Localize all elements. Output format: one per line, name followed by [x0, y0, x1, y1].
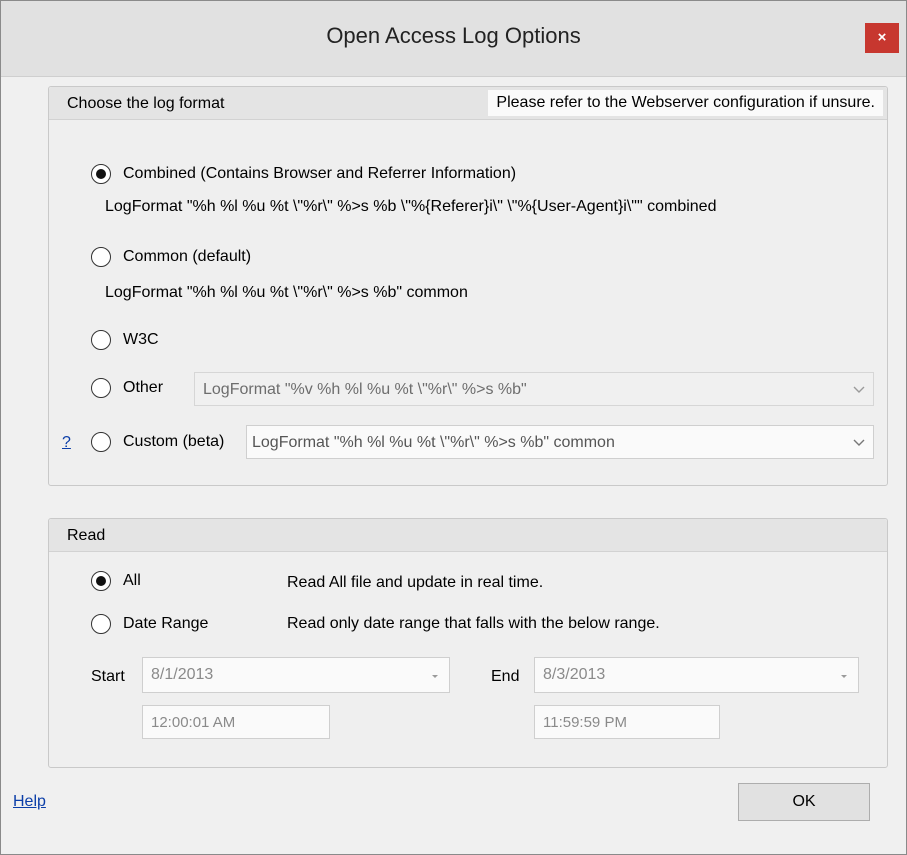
start-time-field[interactable]: 12:00:01 AM [142, 705, 330, 739]
end-label: End [491, 668, 520, 685]
read-all-radio[interactable] [91, 571, 111, 591]
end-time-value: 11:59:59 PM [543, 714, 627, 731]
end-date-picker[interactable]: 8/3/2013 [534, 657, 859, 693]
custom-format-value: LogFormat "%h %l %u %t \"%r\" %>s %b" co… [252, 434, 615, 451]
close-button[interactable]: × [865, 23, 899, 53]
chevron-down-icon [853, 439, 865, 446]
help-link[interactable]: Help [13, 793, 46, 811]
common-label[interactable]: Common (default) [123, 248, 251, 266]
common-format-text: LogFormat "%h %l %u %t \"%r\" %>s %b" co… [105, 284, 468, 301]
chevron-down-icon [853, 386, 865, 393]
ok-button[interactable]: OK [738, 783, 870, 821]
other-label[interactable]: Other [123, 379, 163, 397]
log-format-title: Choose the log format [67, 95, 225, 112]
chevron-down-icon [841, 675, 847, 678]
read-header: Read [49, 519, 887, 552]
end-time-field[interactable]: 11:59:59 PM [534, 705, 720, 739]
other-radio[interactable] [91, 378, 111, 398]
log-format-group: Choose the log format Please refer to th… [48, 86, 888, 486]
start-date-value: 8/1/2013 [151, 666, 214, 683]
other-format-combo[interactable]: LogFormat "%v %h %l %u %t \"%r\" %>s %b" [194, 372, 874, 406]
end-date-value: 8/3/2013 [543, 666, 606, 683]
chevron-down-icon [432, 675, 438, 678]
combined-format-text: LogFormat "%h %l %u %t \"%r\" %>s %b \"%… [105, 198, 717, 215]
custom-format-combo[interactable]: LogFormat "%h %l %u %t \"%r\" %>s %b" co… [246, 425, 874, 459]
config-hint: Please refer to the Webserver configurat… [488, 90, 883, 116]
log-format-header: Choose the log format Please refer to th… [49, 87, 887, 120]
date-range-description: Read only date range that falls with the… [287, 615, 660, 632]
combined-radio[interactable] [91, 164, 111, 184]
title-bar[interactable]: Open Access Log Options × [1, 1, 906, 77]
read-title: Read [67, 527, 106, 544]
window-title: Open Access Log Options [326, 23, 581, 48]
custom-help-link[interactable]: ? [62, 434, 71, 452]
custom-label[interactable]: Custom (beta) [123, 433, 224, 451]
custom-radio[interactable] [91, 432, 111, 452]
other-format-value: LogFormat "%v %h %l %u %t \"%r\" %>s %b" [203, 381, 527, 398]
common-radio[interactable] [91, 247, 111, 267]
w3c-label[interactable]: W3C [123, 331, 159, 349]
date-range-label[interactable]: Date Range [123, 615, 208, 633]
close-icon: × [877, 29, 887, 46]
start-date-picker[interactable]: 8/1/2013 [142, 657, 450, 693]
read-group: Read All Read All file and update in rea… [48, 518, 888, 768]
read-all-label[interactable]: All [123, 572, 141, 590]
start-label: Start [91, 668, 125, 685]
read-all-description: Read All file and update in real time. [287, 574, 544, 591]
start-time-value: 12:00:01 AM [151, 714, 236, 731]
dialog-window: Open Access Log Options × Choose the log… [0, 0, 907, 855]
w3c-radio[interactable] [91, 330, 111, 350]
combined-label[interactable]: Combined (Contains Browser and Referrer … [123, 165, 516, 183]
date-range-radio[interactable] [91, 614, 111, 634]
